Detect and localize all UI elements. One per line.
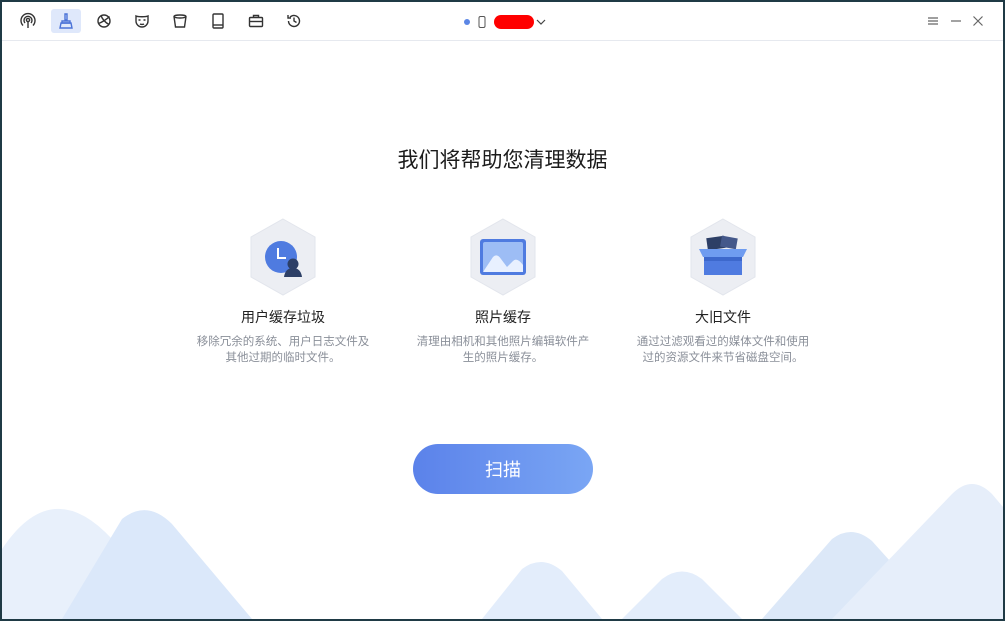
device-selector[interactable] (464, 14, 546, 30)
feature-photo-cache: 照片缓存 清理由相机和其他照片编辑软件产生的照片缓存。 (403, 217, 603, 365)
tool-toolbox[interactable] (241, 9, 271, 33)
page-title: 我们将帮助您清理数据 (397, 148, 608, 172)
feature-title: 用户缓存垃圾 (241, 310, 325, 326)
chevron-down-icon (536, 19, 546, 25)
bucket-icon (173, 14, 187, 28)
minimize-icon (951, 20, 961, 22)
status-dot (464, 19, 470, 25)
feature-title: 照片缓存 (475, 310, 531, 326)
tool-bucket[interactable] (165, 9, 195, 33)
background-mountains (2, 484, 1003, 619)
briefcase-icon (248, 14, 264, 28)
book-icon (212, 13, 224, 29)
feature-desc: 移除冗余的系统、用户日志文件及其他过期的临时文件。 (196, 334, 370, 364)
mask-icon (135, 14, 149, 28)
minimize-button[interactable] (946, 11, 966, 31)
photo-icon (470, 218, 536, 296)
tool-cleaner[interactable] (51, 9, 81, 33)
menu-button[interactable] (923, 11, 943, 31)
scan-button[interactable]: 扫描 (413, 444, 593, 494)
broom-icon (59, 13, 73, 29)
tool-planet[interactable] (89, 9, 119, 33)
hex-badge (247, 217, 319, 297)
box-icon (690, 218, 756, 296)
device-name (494, 15, 534, 29)
menu-icon (928, 17, 938, 25)
tool-privacy[interactable] (127, 9, 157, 33)
feature-user-cache: 用户缓存垃圾 移除冗余的系统、用户日志文件及其他过期的临时文件。 (183, 217, 383, 365)
feature-desc: 清理由相机和其他照片编辑软件产生的照片缓存。 (416, 334, 590, 364)
close-button[interactable] (968, 11, 988, 31)
tool-history[interactable] (279, 9, 309, 33)
planet-icon (97, 14, 111, 28)
phone-icon (478, 16, 486, 28)
feature-desc: 通过过滤观看过的媒体文件和使用过的资源文件来节省磁盘空间。 (636, 334, 810, 364)
titlebar (2, 2, 1003, 41)
app-window: 我们将帮助您清理数据 用户缓存垃圾 移除冗余的系统、用户日志文件及其他过期的临时… (2, 2, 1003, 619)
feature-large-old-files: 大旧文件 通过过滤观看过的媒体文件和使用过的资源文件来节省磁盘空间。 (623, 217, 823, 365)
hex-badge (467, 217, 539, 297)
history-icon (287, 14, 301, 28)
broadcast-icon (20, 12, 36, 28)
tool-book[interactable] (203, 9, 233, 33)
hex-badge (687, 217, 759, 297)
tool-broadcast[interactable] (13, 9, 43, 33)
close-icon (973, 16, 983, 26)
feature-title: 大旧文件 (695, 310, 751, 326)
user-cache-icon (250, 218, 316, 296)
